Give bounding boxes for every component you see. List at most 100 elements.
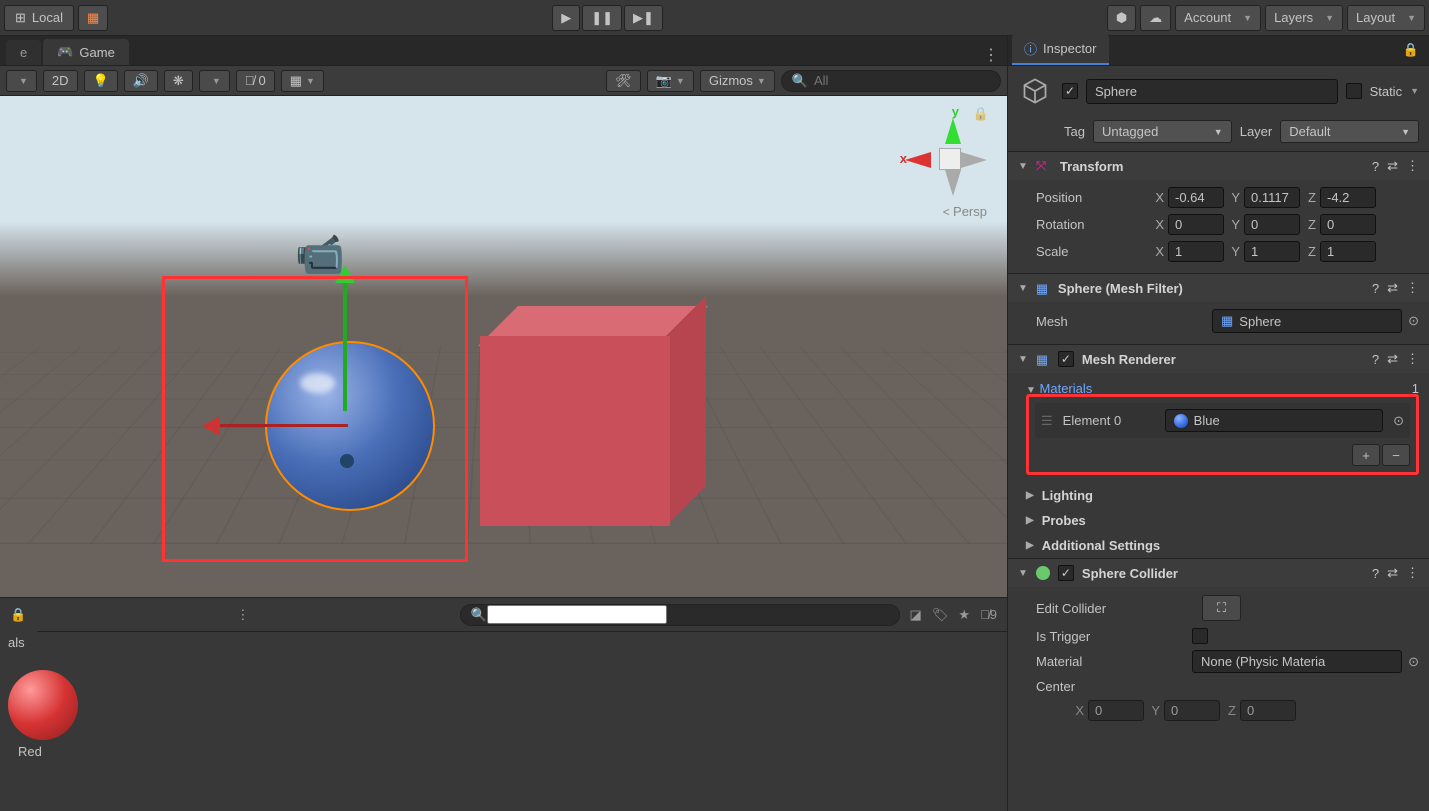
- probes-foldout[interactable]: ▶Probes: [1008, 508, 1429, 533]
- help-icon[interactable]: ?: [1372, 159, 1379, 174]
- project-kebab[interactable]: ⋮: [236, 607, 249, 623]
- tag-dropdown[interactable]: Untagged▼: [1093, 120, 1232, 143]
- layout-dropdown[interactable]: Layout: [1347, 5, 1425, 31]
- project-search-input[interactable]: [487, 605, 667, 624]
- cube-object[interactable]: [480, 316, 680, 516]
- component-menu-icon[interactable]: ⋮: [1406, 158, 1419, 174]
- mesh-renderer-header[interactable]: ▼ ▦ Mesh Renderer ? ⇄ ⋮: [1008, 345, 1429, 373]
- audio-toggle[interactable]: 🔊: [124, 70, 158, 92]
- center-y-field[interactable]: [1164, 700, 1220, 721]
- material-picker-icon[interactable]: ⊙: [1393, 413, 1404, 429]
- filter-favorite-icon[interactable]: ★: [958, 607, 970, 623]
- preset-icon[interactable]: ⇄: [1387, 351, 1398, 367]
- viewcube-x-cone[interactable]: [905, 152, 931, 168]
- cloud-button[interactable]: ☁: [1140, 5, 1171, 31]
- project-lock-icon[interactable]: 🔒: [10, 607, 26, 623]
- gizmo-x-arrow[interactable]: [218, 424, 348, 427]
- mesh-renderer-enabled-checkbox[interactable]: [1058, 351, 1074, 367]
- help-icon[interactable]: ?: [1372, 352, 1379, 367]
- gizmo-y-arrow[interactable]: [343, 281, 347, 411]
- filter-hierarchy-icon[interactable]: ◪: [910, 607, 922, 623]
- lighting-foldout[interactable]: ▶Lighting: [1008, 483, 1429, 508]
- help-icon[interactable]: ?: [1372, 566, 1379, 581]
- grid-snap-button[interactable]: ▦: [78, 5, 108, 31]
- layer-dropdown[interactable]: Default▼: [1280, 120, 1419, 143]
- preset-icon[interactable]: ⇄: [1387, 158, 1398, 174]
- tab-inspector[interactable]: ⓘ Inspector: [1012, 34, 1109, 65]
- projection-label[interactable]: < Persp: [943, 204, 987, 219]
- phys-material-picker-icon[interactable]: ⊙: [1408, 654, 1419, 670]
- tab-game[interactable]: 🎮 Game: [43, 39, 129, 65]
- mesh-picker-icon[interactable]: ⊙: [1408, 313, 1419, 329]
- shading-dropdown[interactable]: [6, 70, 37, 92]
- fx-dropdown[interactable]: [199, 70, 230, 92]
- scale-z-field[interactable]: [1320, 241, 1376, 262]
- camera-dropdown[interactable]: 📷: [647, 70, 694, 92]
- services-button[interactable]: ⬢: [1107, 5, 1136, 31]
- scene-search[interactable]: 🔍: [781, 70, 1001, 92]
- center-z-field[interactable]: [1240, 700, 1296, 721]
- rotation-z-field[interactable]: [1320, 214, 1376, 235]
- center-x-field[interactable]: [1088, 700, 1144, 721]
- is-trigger-checkbox[interactable]: [1192, 628, 1208, 644]
- viewport-lock-icon[interactable]: 🔒: [973, 106, 989, 122]
- inspector-lock-icon[interactable]: 🔒: [1403, 42, 1419, 58]
- position-z-field[interactable]: [1320, 187, 1376, 208]
- scale-y-field[interactable]: [1244, 241, 1300, 262]
- hidden-objects[interactable]: 👁̸0: [236, 70, 275, 92]
- viewcube-neg-x-cone[interactable]: [961, 152, 987, 168]
- tab-scene-partial[interactable]: e: [6, 40, 41, 65]
- component-menu-icon[interactable]: ⋮: [1406, 351, 1419, 367]
- hidden-assets[interactable]: 👁̸9: [980, 607, 997, 623]
- grid-dropdown[interactable]: ▦: [281, 70, 324, 92]
- additional-settings-foldout[interactable]: ▶Additional Settings: [1008, 533, 1429, 558]
- material-asset-red[interactable]: [8, 670, 78, 740]
- position-y-field[interactable]: [1244, 187, 1300, 208]
- rotation-y-field[interactable]: [1244, 214, 1300, 235]
- position-x-field[interactable]: [1168, 187, 1224, 208]
- 2d-toggle[interactable]: 2D: [43, 70, 78, 92]
- gameobject-icon[interactable]: [1018, 74, 1052, 108]
- gameobject-name-field[interactable]: [1086, 79, 1338, 104]
- material-element0-field[interactable]: Blue: [1165, 409, 1383, 432]
- viewcube-center[interactable]: [939, 148, 961, 170]
- fx-toggle[interactable]: ❋: [164, 70, 193, 92]
- gameobject-active-checkbox[interactable]: [1062, 83, 1078, 99]
- static-checkbox[interactable]: [1346, 83, 1362, 99]
- help-icon[interactable]: ?: [1372, 281, 1379, 296]
- tools-button[interactable]: 🛠: [606, 70, 641, 92]
- gizmos-dropdown[interactable]: Gizmos: [700, 70, 775, 92]
- component-menu-icon[interactable]: ⋮: [1406, 280, 1419, 296]
- project-search[interactable]: 🔍: [460, 604, 900, 626]
- layers-dropdown[interactable]: Layers: [1265, 5, 1343, 31]
- preset-icon[interactable]: ⇄: [1387, 280, 1398, 296]
- preset-icon[interactable]: ⇄: [1387, 565, 1398, 581]
- tab-kebab-menu[interactable]: ⋮: [983, 45, 999, 65]
- mesh-field[interactable]: ▦ Sphere: [1212, 309, 1402, 333]
- phys-material-field[interactable]: None (Physic Materia: [1192, 650, 1402, 673]
- sphere-collider-enabled-checkbox[interactable]: [1058, 565, 1074, 581]
- project-tab-partial[interactable]: als: [0, 631, 37, 654]
- rotation-x-field[interactable]: [1168, 214, 1224, 235]
- mesh-filter-header[interactable]: ▼ ▦ Sphere (Mesh Filter) ? ⇄ ⋮: [1008, 274, 1429, 302]
- account-dropdown[interactable]: Account: [1175, 5, 1261, 31]
- filter-label-icon[interactable]: 🏷: [932, 607, 949, 623]
- pause-button[interactable]: ❚❚: [582, 5, 622, 31]
- lighting-toggle[interactable]: 💡: [84, 70, 118, 92]
- scene-search-input[interactable]: [814, 73, 990, 88]
- scene-viewport[interactable]: 📹 🔒 y x < Persp: [0, 96, 1007, 597]
- transform-header[interactable]: ▼ ⤧ Transform ? ⇄ ⋮: [1008, 152, 1429, 180]
- step-button[interactable]: ▶❚: [624, 5, 663, 31]
- viewcube-neg-y-cone[interactable]: [945, 170, 961, 196]
- pivot-local-button[interactable]: ⊞ Local: [4, 5, 74, 31]
- play-button[interactable]: ▶: [552, 5, 580, 31]
- remove-material-button[interactable]: −: [1382, 444, 1410, 466]
- scale-x-field[interactable]: [1168, 241, 1224, 262]
- drag-handle-icon[interactable]: ☰: [1041, 413, 1053, 429]
- gizmo-z-handle[interactable]: [340, 454, 354, 468]
- component-menu-icon[interactable]: ⋮: [1406, 565, 1419, 581]
- add-material-button[interactable]: +: [1352, 444, 1380, 466]
- edit-collider-button[interactable]: ⛶: [1202, 595, 1241, 621]
- viewcube-y-cone[interactable]: [945, 118, 961, 144]
- sphere-collider-header[interactable]: ▼ Sphere Collider ? ⇄ ⋮: [1008, 559, 1429, 587]
